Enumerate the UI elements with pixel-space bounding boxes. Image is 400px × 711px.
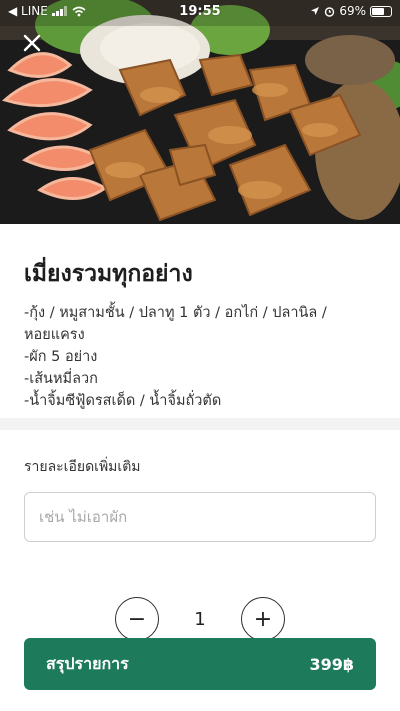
description-line: -เส้นหมี่ลวก bbox=[24, 371, 98, 387]
alarm-icon bbox=[325, 6, 335, 17]
close-icon bbox=[23, 34, 41, 52]
increase-quantity-button[interactable]: + bbox=[241, 597, 285, 641]
decrease-quantity-button[interactable]: − bbox=[115, 597, 159, 641]
carrier-label[interactable]: ◀ LINE bbox=[8, 4, 48, 18]
section-divider bbox=[0, 418, 400, 430]
food-photo bbox=[0, 0, 400, 224]
plus-icon: + bbox=[253, 606, 273, 632]
summary-label: สรุปรายการ bbox=[46, 653, 129, 673]
item-info: เมี่ยงรวมทุกอย่าง -กุ้ง / หมูสามชั้น / ป… bbox=[0, 224, 400, 418]
description-line: -น้ำจิ้มซีฟู้ดรสเด็ด / น้ำจิ้มถั่วตัด bbox=[24, 393, 222, 409]
battery-percent: 69% bbox=[339, 4, 366, 18]
quantity-stepper: − 1 + bbox=[0, 597, 400, 641]
battery-fill bbox=[372, 7, 385, 15]
status-bar: ◀ LINE 19:55 69% bbox=[0, 0, 400, 22]
note-input[interactable] bbox=[24, 492, 376, 542]
status-bar-left: ◀ LINE bbox=[8, 4, 86, 18]
details-section: รายละเอียดเพิ่มเติม bbox=[0, 430, 400, 542]
battery-icon bbox=[370, 5, 392, 17]
status-bar-right: 69% bbox=[310, 4, 392, 18]
description-line: -กุ้ง / หมูสามชั้น / ปลาทู 1 ตัว / อกไก่… bbox=[24, 305, 327, 321]
item-description: -กุ้ง / หมูสามชั้น / ปลาทู 1 ตัว / อกไก่… bbox=[24, 302, 376, 412]
description-line: หอยแครง bbox=[24, 327, 85, 343]
quantity-value: 1 bbox=[194, 608, 206, 630]
description-line: -ผัก 5 อย่าง bbox=[24, 349, 98, 365]
summary-price: 399฿ bbox=[309, 654, 354, 674]
close-button[interactable] bbox=[18, 32, 46, 60]
order-summary-button[interactable]: สรุปรายการ 399฿ bbox=[24, 638, 376, 690]
location-icon bbox=[311, 7, 320, 15]
signal-icon bbox=[51, 6, 67, 16]
minus-icon: − bbox=[127, 606, 147, 632]
wifi-icon bbox=[72, 6, 86, 16]
food-photo-illustration bbox=[0, 0, 400, 224]
details-label: รายละเอียดเพิ่มเติม bbox=[24, 459, 141, 475]
item-title: เมี่ยงรวมทุกอย่าง bbox=[24, 261, 193, 287]
